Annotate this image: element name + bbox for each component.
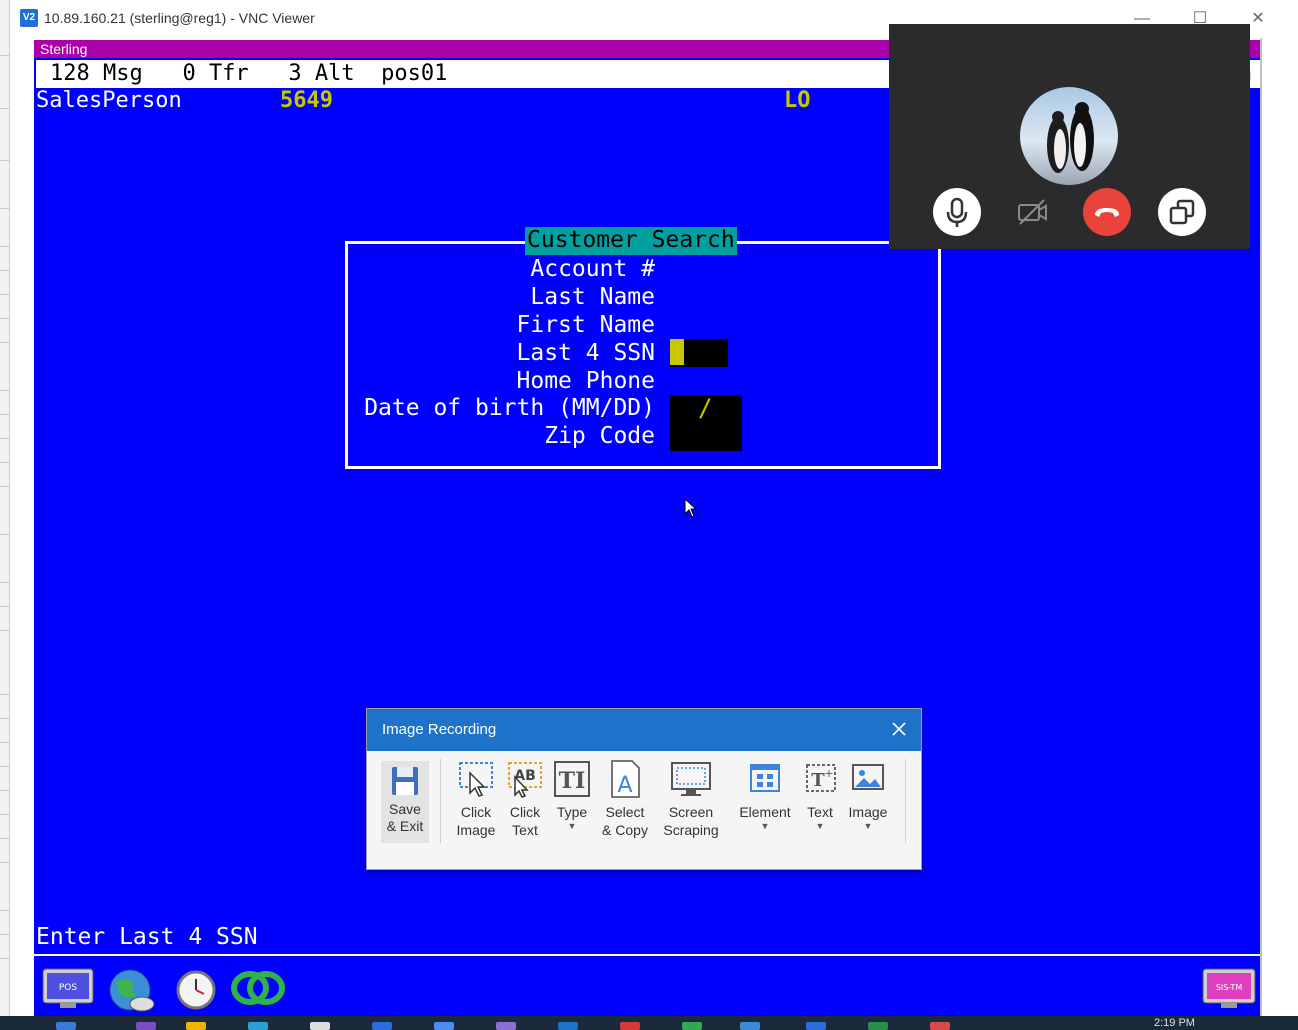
taskbar-app-icon[interactable] xyxy=(620,1022,640,1030)
field-label-home-phone: Home Phone xyxy=(516,368,655,394)
element-button[interactable]: Element ▼ xyxy=(735,759,795,831)
taskbar-app-icon[interactable] xyxy=(496,1022,516,1030)
sync-icon[interactable] xyxy=(230,968,285,1008)
element-dropdown-icon[interactable]: ▼ xyxy=(735,821,795,831)
field-label-dob: Date of birth (MM/DD) xyxy=(364,395,655,421)
click-image-label: Click Image xyxy=(456,804,496,838)
select-copy-icon: A xyxy=(611,760,640,798)
background-app-strip xyxy=(0,0,10,1030)
taskbar-app-icon[interactable] xyxy=(434,1022,454,1030)
text-cursor xyxy=(670,339,684,365)
type-label: Type xyxy=(556,804,588,820)
globe-icon[interactable] xyxy=(104,968,155,1012)
text-icon: T + xyxy=(806,764,836,792)
form-title: Customer Search xyxy=(525,227,737,255)
window-title: 10.89.160.21 (sterling@reg1) - VNC Viewe… xyxy=(44,10,315,26)
video-call-overlay xyxy=(889,24,1250,249)
mouse-pointer-icon xyxy=(684,498,698,518)
mode-indicator: LO xyxy=(784,88,811,113)
field-label-ssn: Last 4 SSN xyxy=(516,340,655,366)
screen-scraping-button[interactable]: Screen Scraping xyxy=(657,759,725,839)
click-text-icon: AB xyxy=(508,762,542,798)
text-dropdown-icon[interactable]: ▼ xyxy=(801,821,839,831)
hang-up-button[interactable] xyxy=(1083,188,1131,236)
save-exit-label: Save & Exit xyxy=(386,801,424,834)
dob-field-value: / xyxy=(698,394,713,422)
svg-text:TI: TI xyxy=(559,768,586,794)
screen-scraping-icon xyxy=(671,762,711,796)
type-button[interactable]: TI Type ▼ xyxy=(551,759,593,831)
taskbar-app-icon[interactable] xyxy=(558,1022,578,1030)
camera-off-icon xyxy=(1018,199,1047,225)
select-copy-button[interactable]: A Select & Copy xyxy=(599,759,651,839)
image-recording-dialog: Image Recording Save & Exit Click Image xyxy=(366,708,922,870)
camera-off-button[interactable] xyxy=(1008,188,1056,236)
dialog-toolbar: Save & Exit Click Image AB Click Text TI xyxy=(367,751,921,869)
microphone-button[interactable] xyxy=(933,188,981,236)
terminal-toolbar: POS SIS-TM xyxy=(34,954,1262,1016)
vnc-app-icon: V2 xyxy=(20,9,38,27)
image-dropdown-icon[interactable]: ▼ xyxy=(845,821,891,831)
microphone-icon xyxy=(946,197,968,227)
field-label-account: Account # xyxy=(530,256,655,282)
close-icon xyxy=(892,722,906,736)
avatar xyxy=(1020,87,1118,185)
taskbar-app-icon[interactable] xyxy=(136,1022,156,1030)
image-icon xyxy=(852,764,884,790)
screen-scraping-label: Screen Scraping xyxy=(663,804,719,838)
field-label-last-name: Last Name xyxy=(530,284,655,310)
taskbar-app-icon[interactable] xyxy=(806,1022,826,1030)
svg-text:+: + xyxy=(824,767,833,780)
taskbar-app-icon[interactable] xyxy=(740,1022,760,1030)
salesperson-label: SalesPerson xyxy=(36,88,182,113)
field-label-first-name: First Name xyxy=(516,312,655,338)
phone-hangup-icon xyxy=(1095,208,1119,217)
taskbar-app-icon[interactable] xyxy=(868,1022,888,1030)
type-dropdown-icon[interactable]: ▼ xyxy=(551,821,593,831)
element-icon xyxy=(750,764,780,792)
salesperson-id: 5649 xyxy=(280,88,333,113)
image-button[interactable]: Image ▼ xyxy=(845,759,891,831)
taskbar-app-icon[interactable] xyxy=(372,1022,392,1030)
svg-text:T: T xyxy=(811,770,825,791)
sis-tm-icon[interactable]: SIS-TM xyxy=(1202,968,1256,1008)
save-exit-button[interactable]: Save & Exit xyxy=(381,761,429,843)
sis-label: SIS-TM xyxy=(1216,983,1243,992)
taskbar-app-icon[interactable] xyxy=(186,1022,206,1030)
save-icon xyxy=(392,767,418,795)
field-label-zip: Zip Code xyxy=(544,423,655,449)
dialog-title: Image Recording xyxy=(382,721,497,738)
type-icon: TI xyxy=(554,761,590,797)
prompt-text: Enter Last 4 SSN xyxy=(36,924,258,950)
dialog-close-button[interactable] xyxy=(891,717,907,741)
terminal-app-name: Sterling xyxy=(40,41,88,57)
switch-window-icon xyxy=(1169,199,1195,225)
taskbar-app-icon[interactable] xyxy=(310,1022,330,1030)
taskbar-app-icon[interactable] xyxy=(682,1022,702,1030)
click-image-icon xyxy=(459,762,493,797)
taskbar-app-icon[interactable] xyxy=(930,1022,950,1030)
taskbar-app-icon[interactable] xyxy=(56,1022,76,1030)
click-text-button[interactable]: AB Click Text xyxy=(503,759,547,839)
click-image-button[interactable]: Click Image xyxy=(452,759,500,839)
status-text: 128 Msg 0 Tfr 3 Alt pos01 xyxy=(50,61,448,86)
text-label: Text xyxy=(807,804,833,820)
taskbar-clock[interactable]: 2:19 PM xyxy=(1154,1017,1195,1029)
switch-window-button[interactable] xyxy=(1158,188,1206,236)
pos-label: POS xyxy=(59,983,78,993)
element-label: Element xyxy=(739,804,791,820)
svg-text:A: A xyxy=(617,773,632,798)
dialog-header: Image Recording xyxy=(367,709,921,751)
text-button[interactable]: T + Text ▼ xyxy=(801,759,839,831)
click-text-label: Click Text xyxy=(509,804,541,838)
clock-icon[interactable] xyxy=(174,968,222,1010)
os-taskbar: 2:19 PM xyxy=(0,1016,1298,1030)
pos-icon[interactable]: POS xyxy=(42,968,94,1008)
taskbar-app-icon[interactable] xyxy=(248,1022,268,1030)
image-label: Image xyxy=(848,804,888,820)
select-copy-label: Select & Copy xyxy=(602,804,648,838)
